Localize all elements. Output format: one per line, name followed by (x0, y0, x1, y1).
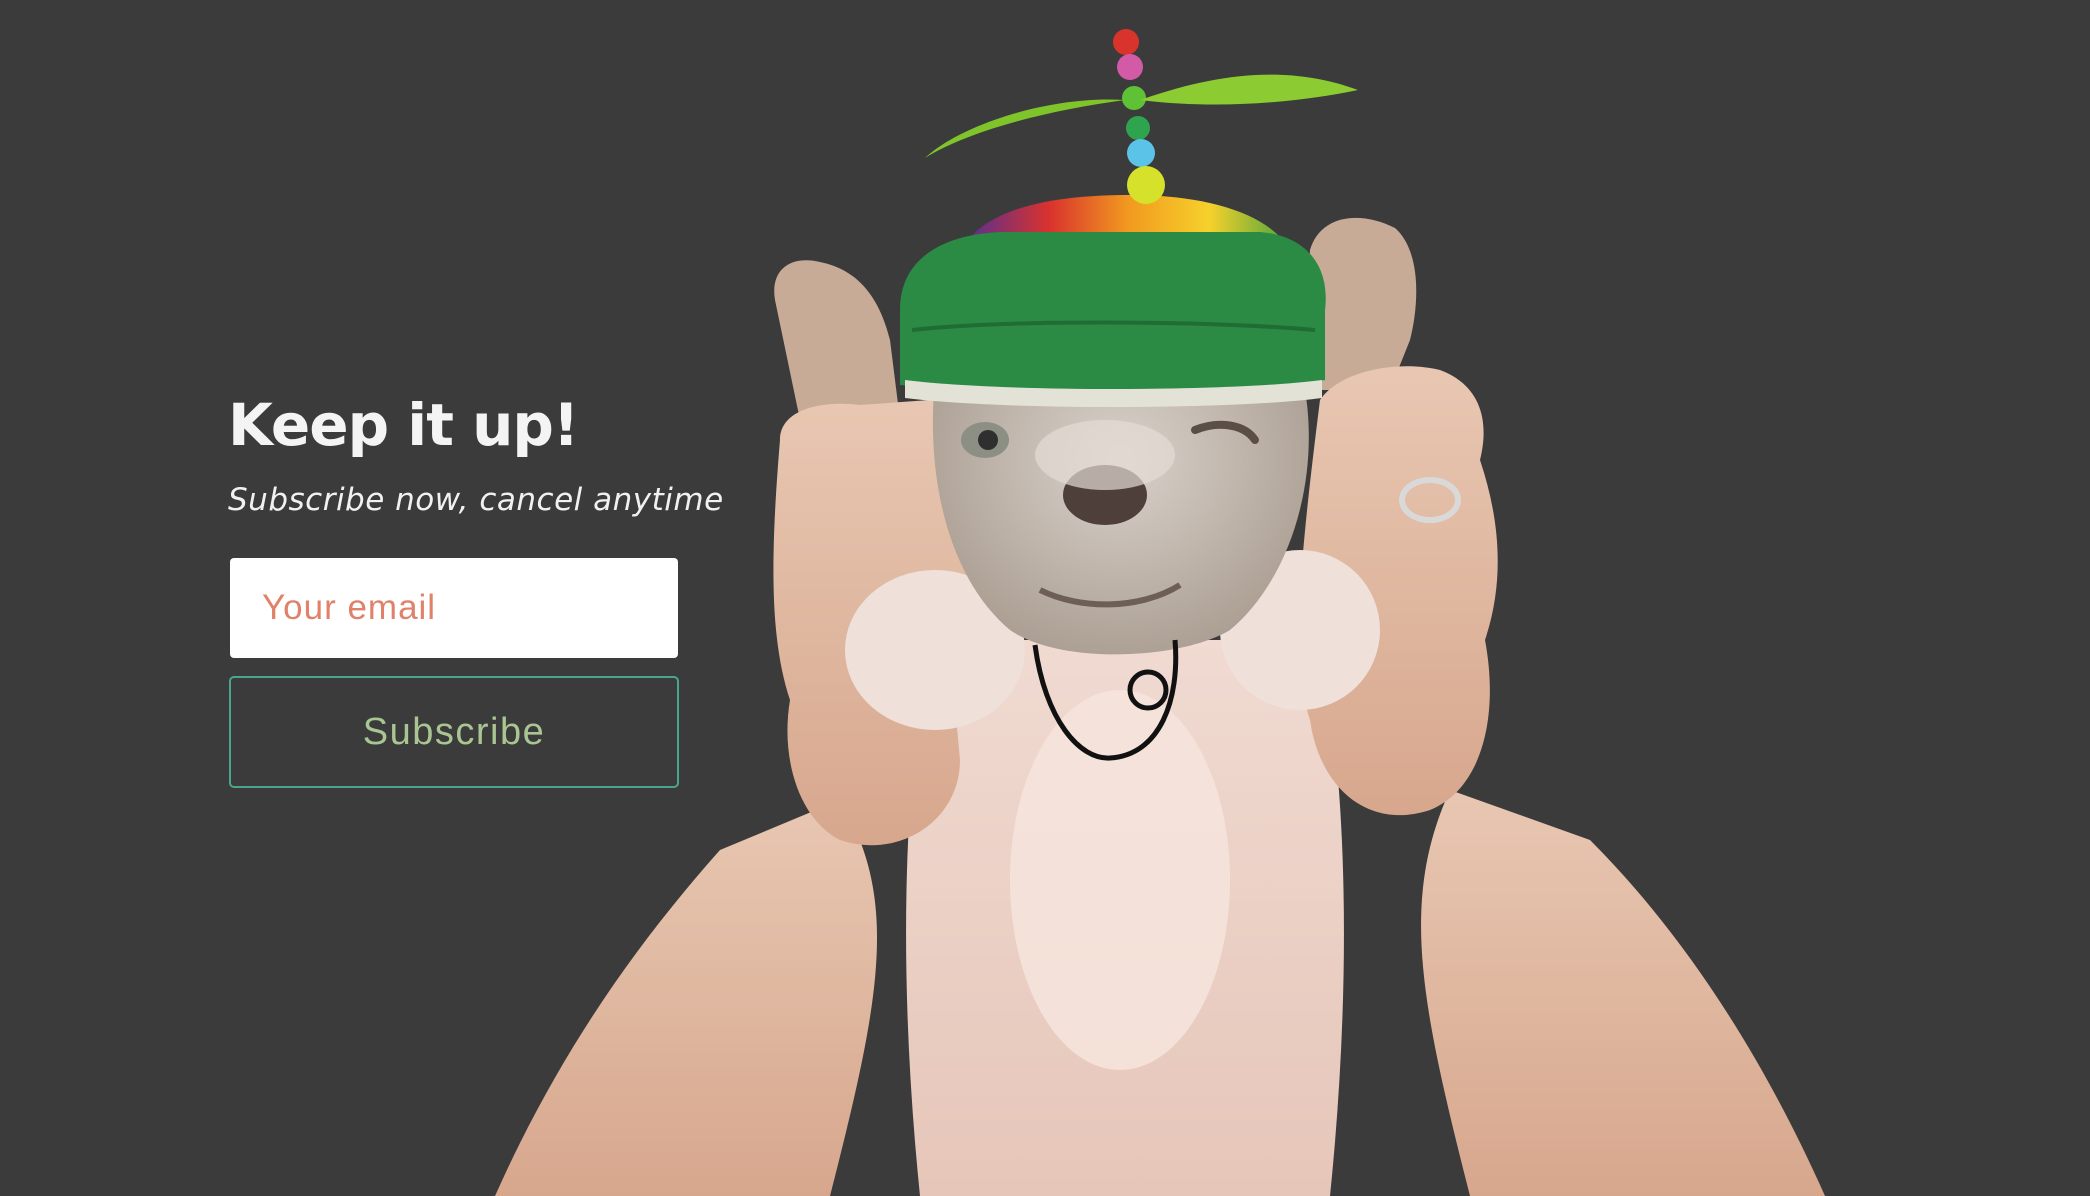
subscribe-subtitle: Subscribe now, cancel anytime (228, 482, 724, 518)
subscribe-title: Keep it up! (228, 391, 579, 459)
email-input[interactable] (230, 558, 678, 658)
subscribe-button[interactable]: Subscribe (229, 676, 679, 788)
subscribe-form: Keep it up! Subscribe now, cancel anytim… (228, 396, 788, 788)
